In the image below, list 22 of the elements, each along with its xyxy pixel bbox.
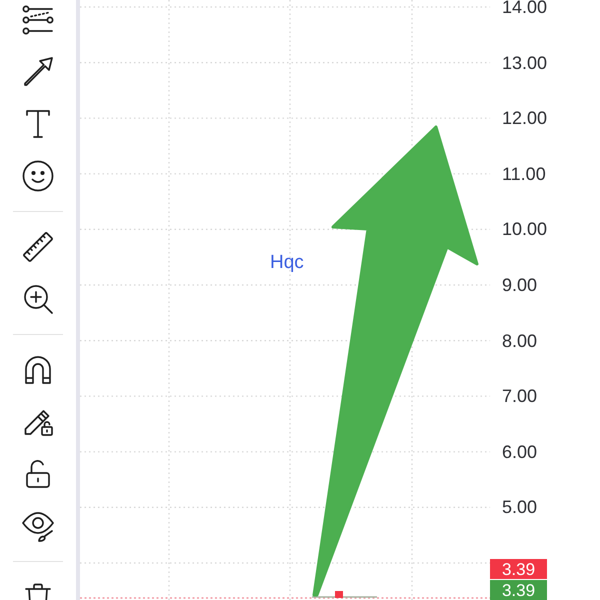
zoom-in-icon[interactable] — [22, 283, 54, 315]
axis-label: 11.00 — [502, 164, 546, 183]
smiley-icon[interactable] — [22, 160, 54, 192]
axis-label: 13.00 — [502, 54, 548, 72]
magnet-icon[interactable] — [22, 354, 54, 386]
price-label: 3.39 — [490, 559, 547, 579]
symbol-label: Hqc — [270, 252, 304, 273]
lines-with-nodes-icon[interactable] — [22, 4, 54, 36]
diagonal-arrow-icon[interactable] — [22, 56, 54, 88]
axis-label: 9.00 — [502, 276, 538, 294]
axis-label: 8.00 — [502, 332, 538, 350]
indicator-line — [312, 596, 377, 598]
eye-icon[interactable] — [22, 510, 54, 542]
ruler-icon[interactable] — [22, 231, 54, 263]
axis-label: 6.00 — [502, 442, 538, 461]
axis-label: 14.00 — [502, 0, 548, 16]
axis-label: 10.00 — [502, 220, 548, 238]
candle — [335, 591, 343, 598]
axis-label: 12.00 — [502, 109, 548, 128]
axis-label: 7.00 — [502, 387, 538, 406]
axis-label: 5.00 — [502, 498, 538, 516]
price-label: 3.39 — [490, 580, 547, 600]
